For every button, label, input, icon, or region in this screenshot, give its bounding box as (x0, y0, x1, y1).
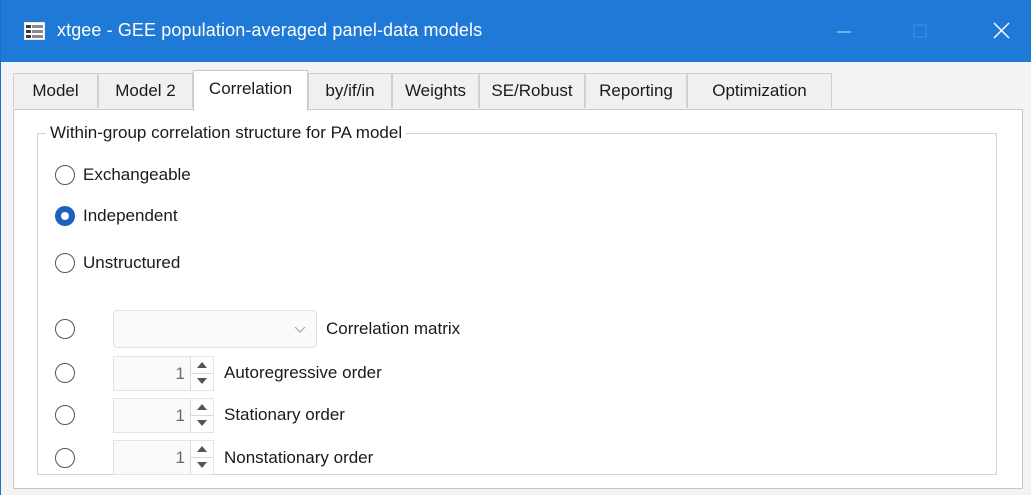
tab-se-robust[interactable]: SE/Robust (479, 73, 585, 108)
spin-down-button[interactable] (191, 373, 213, 389)
close-button[interactable] (959, 0, 1029, 62)
radio-label-unstructured[interactable]: Unstructured (83, 253, 180, 273)
caret-down-icon (197, 378, 207, 384)
tab-correlation[interactable]: Correlation (193, 70, 308, 111)
label-nonstationary-order[interactable]: Nonstationary order (224, 448, 373, 468)
radio-correlation-matrix[interactable] (55, 319, 75, 339)
radio-unstructured[interactable] (55, 253, 75, 273)
label-stationary-order[interactable]: Stationary order (224, 405, 345, 425)
caret-up-icon (197, 362, 207, 368)
tab-reporting[interactable]: Reporting (585, 73, 687, 108)
radio-nonstationary[interactable] (55, 448, 75, 468)
tab-strip: Model Model 2 Correlation by/if/in Weigh… (13, 70, 1023, 111)
spin-down-button[interactable] (191, 457, 213, 473)
spin-up-button[interactable] (191, 441, 213, 458)
radio-label-exchangeable[interactable]: Exchangeable (83, 165, 191, 185)
radio-independent[interactable] (55, 206, 75, 226)
spin-up-button[interactable] (191, 357, 213, 374)
app-window-icon (24, 22, 45, 40)
radio-label-independent[interactable]: Independent (83, 206, 178, 226)
radio-stationary[interactable] (55, 405, 75, 425)
stationary-order-value: 1 (175, 406, 185, 425)
tab-weights[interactable]: Weights (392, 73, 479, 108)
stationary-order-spinner[interactable]: 1 (113, 398, 214, 433)
spin-down-button[interactable] (191, 415, 213, 431)
window-title: xtgee - GEE population-averaged panel-da… (57, 20, 483, 40)
caret-down-icon (197, 420, 207, 426)
autoregressive-order-value: 1 (175, 364, 185, 383)
spin-buttons (190, 441, 213, 474)
label-autoregressive-order[interactable]: Autoregressive order (224, 363, 382, 383)
group-title: Within-group correlation structure for P… (46, 123, 407, 143)
autoregressive-order-spinner[interactable]: 1 (113, 356, 214, 391)
label-correlation-matrix[interactable]: Correlation matrix (326, 319, 460, 339)
tab-by-if-in[interactable]: by/if/in (308, 73, 392, 108)
spin-buttons (190, 357, 213, 390)
dialog-window: xtgee - GEE population-averaged panel-da… (0, 0, 1031, 495)
nonstationary-order-spinner[interactable]: 1 (113, 440, 214, 475)
maximize-button[interactable] (883, 0, 953, 62)
correlation-structure-group: Within-group correlation structure for P… (37, 123, 997, 475)
spin-buttons (190, 399, 213, 432)
tab-panel-correlation: Within-group correlation structure for P… (13, 109, 1023, 489)
title-bar[interactable]: xtgee - GEE population-averaged panel-da… (1, 0, 1031, 62)
radio-exchangeable[interactable] (55, 165, 75, 185)
maximize-icon (913, 24, 927, 38)
tab-model[interactable]: Model (13, 73, 98, 108)
correlation-matrix-combo[interactable] (113, 310, 317, 348)
minimize-button[interactable] (809, 0, 879, 62)
caret-up-icon (197, 404, 207, 410)
close-icon (993, 22, 1010, 39)
tab-model-2[interactable]: Model 2 (98, 73, 193, 108)
radio-autoregressive[interactable] (55, 363, 75, 383)
nonstationary-order-value: 1 (175, 448, 185, 467)
minimize-icon (837, 31, 851, 33)
caret-down-icon (197, 462, 207, 468)
tab-optimization[interactable]: Optimization (687, 73, 832, 108)
spin-up-button[interactable] (191, 399, 213, 416)
chevron-down-icon (294, 326, 306, 333)
caret-up-icon (197, 446, 207, 452)
